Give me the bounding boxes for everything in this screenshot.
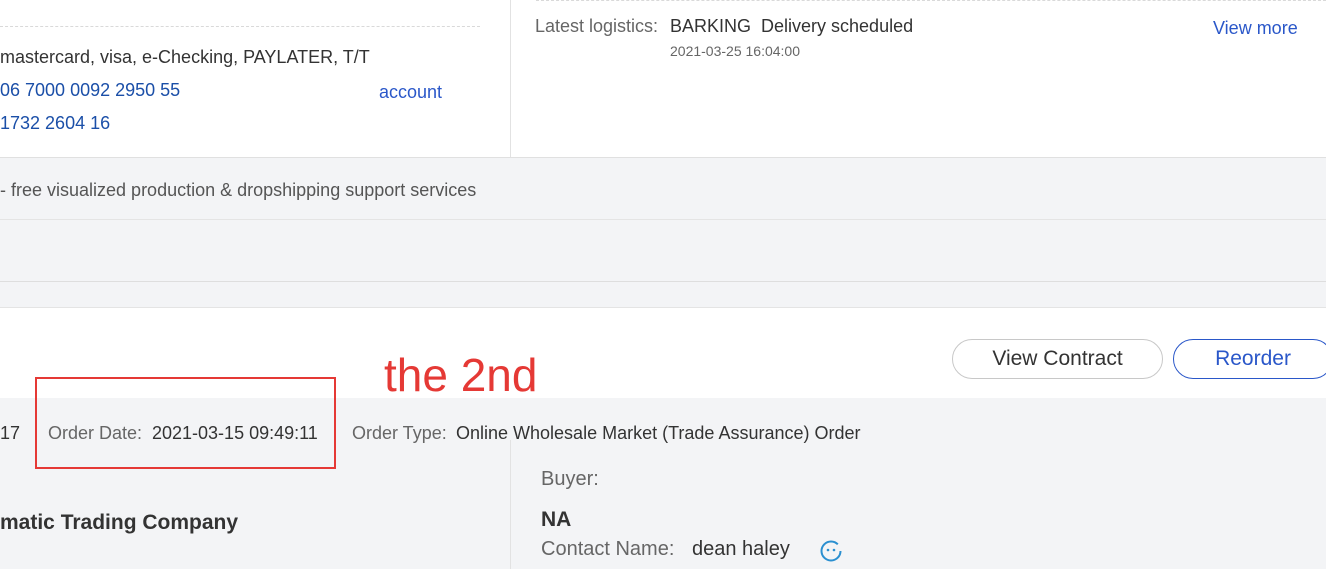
annotation-label: the 2nd bbox=[384, 349, 538, 401]
dashed-divider bbox=[0, 26, 480, 27]
supplier-name: matic Trading Company bbox=[0, 511, 239, 534]
contact-name-value: dean haley bbox=[692, 538, 790, 560]
chat-smiley-icon[interactable] bbox=[820, 540, 842, 562]
logistics-status: BARKING Delivery scheduled bbox=[670, 16, 914, 36]
account-number-2: 1732 2604 16 bbox=[0, 113, 111, 133]
annotation-highlight-box bbox=[35, 377, 336, 469]
view-more-link[interactable]: View more bbox=[1213, 18, 1298, 39]
promo-text: - free visualized production & dropshipp… bbox=[0, 180, 477, 200]
order-type-label: Order Type: bbox=[352, 423, 447, 443]
logistics-timestamp: 2021-03-25 16:04:00 bbox=[670, 43, 800, 59]
account-link[interactable]: account bbox=[379, 82, 442, 103]
buyer-name: NA bbox=[541, 508, 572, 531]
order-type-value: Online Wholesale Market (Trade Assurance… bbox=[456, 423, 861, 443]
spacer-band bbox=[0, 220, 1326, 282]
buyer-label: Buyer: bbox=[541, 468, 599, 490]
dashed-divider bbox=[536, 0, 1326, 1]
column-divider bbox=[510, 440, 511, 569]
view-contract-button[interactable]: View Contract bbox=[952, 339, 1163, 379]
order-top-section: mastercard, visa, e-Checking, PAYLATER, … bbox=[0, 0, 1326, 157]
promo-banner: - free visualized production & dropshipp… bbox=[0, 157, 1326, 220]
account-number-1: 06 7000 0092 2950 55 bbox=[0, 80, 181, 100]
payment-methods: mastercard, visa, e-Checking, PAYLATER, … bbox=[0, 47, 370, 67]
logistics-label: Latest logistics: bbox=[535, 16, 659, 36]
contact-name-label: Contact Name: bbox=[541, 538, 675, 560]
column-divider bbox=[510, 0, 511, 157]
spacer-band bbox=[0, 282, 1326, 308]
order-id-fragment: 17 bbox=[0, 423, 21, 443]
reorder-button[interactable]: Reorder bbox=[1173, 339, 1326, 379]
